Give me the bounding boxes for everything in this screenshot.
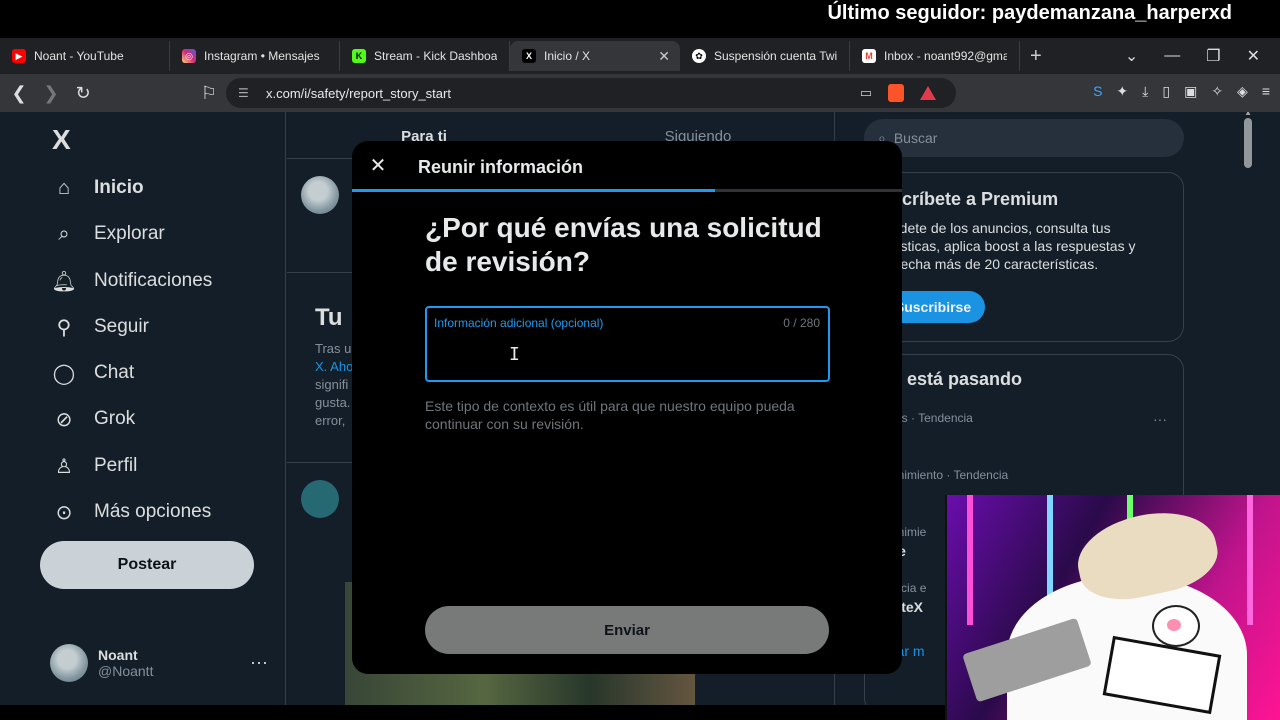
close-icon[interactable]: ✕ bbox=[366, 153, 390, 177]
gmail-icon: M bbox=[862, 49, 876, 63]
character-counter: 0 / 280 bbox=[783, 316, 820, 330]
paw-pad bbox=[1167, 619, 1181, 631]
browser-tab-active[interactable]: X Inicio / X ✕ bbox=[510, 41, 680, 71]
submit-button[interactable]: Enviar bbox=[425, 606, 829, 654]
brave-rewards-icon[interactable] bbox=[920, 86, 936, 100]
neon-light bbox=[967, 495, 973, 625]
bookmark-icon[interactable]: ⚐ bbox=[196, 83, 222, 104]
additional-info-input[interactable] bbox=[434, 336, 819, 374]
wallet-icon[interactable]: ▣ bbox=[1184, 83, 1197, 100]
tab-label: Inbox - noant992@gmail bbox=[884, 49, 1007, 63]
browser-toolbar: ❮ ❯ ↻ ⚐ ☰ x.com/i/safety/report_story_st… bbox=[0, 74, 1280, 112]
brave-shields-icon[interactable] bbox=[888, 84, 904, 102]
close-window-icon[interactable]: ✕ bbox=[1247, 46, 1260, 66]
progress-track bbox=[352, 189, 902, 192]
tab-label: Instagram • Mensajes bbox=[204, 49, 320, 63]
review-request-dialog: ✕ Reunir información ¿Por qué envías una… bbox=[352, 141, 902, 674]
browser-tab[interactable]: K Stream - Kick Dashboard bbox=[340, 41, 510, 71]
dialog-title: Reunir información bbox=[418, 157, 584, 177]
x-icon: X bbox=[522, 49, 536, 63]
restore-icon[interactable]: ❐ bbox=[1206, 46, 1220, 66]
field-label: Información adicional (opcional) bbox=[434, 316, 604, 330]
vpn-icon[interactable]: ◈ bbox=[1237, 83, 1248, 100]
address-text: x.com/i/safety/report_story_start bbox=[266, 85, 451, 101]
last-follower-text: Último seguidor: paydemanzana_harperxd bbox=[827, 2, 1232, 24]
reload-icon[interactable]: ↻ bbox=[70, 83, 96, 104]
cast-icon[interactable]: ▭ bbox=[860, 85, 872, 101]
browser-tabstrip: ▶ Noant - YouTube ◎ Instagram • Mensajes… bbox=[0, 38, 1280, 74]
browser-tab[interactable]: ▶ Noant - YouTube bbox=[0, 41, 170, 71]
tab-label: Noant - YouTube bbox=[34, 49, 124, 63]
close-tab-icon[interactable]: ✕ bbox=[658, 48, 670, 65]
browser-tab[interactable]: M Inbox - noant992@gmail bbox=[850, 41, 1020, 71]
minimize-icon[interactable]: — bbox=[1164, 47, 1180, 65]
dialog-question: ¿Por qué envías una solicitud de revisió… bbox=[425, 212, 822, 277]
tab-label: Suspensión cuenta Twitter bbox=[714, 49, 837, 63]
extension-s-icon[interactable]: S bbox=[1093, 83, 1102, 100]
text-cursor-icon: I bbox=[509, 344, 520, 365]
tab-search-icon[interactable]: ⌄ bbox=[1125, 46, 1138, 66]
puzzle-icon[interactable]: ✦ bbox=[1116, 83, 1128, 100]
additional-info-field[interactable]: Información adicional (opcional) 0 / 280… bbox=[425, 306, 830, 382]
leo-icon[interactable]: ✧ bbox=[1211, 83, 1223, 100]
youtube-icon: ▶ bbox=[12, 49, 26, 63]
menu-icon[interactable]: ≡ bbox=[1262, 83, 1270, 100]
progress-fill bbox=[352, 189, 715, 192]
download-icon[interactable]: ⤓ bbox=[1142, 83, 1148, 100]
address-bar[interactable]: ☰ x.com/i/safety/report_story_start ▭ bbox=[226, 78, 956, 108]
chatgpt-icon: ✿ bbox=[692, 49, 706, 63]
tab-label: Stream - Kick Dashboard bbox=[374, 49, 497, 63]
neon-light bbox=[1247, 495, 1253, 625]
dialog-header: ✕ Reunir información bbox=[352, 141, 902, 191]
kick-icon: K bbox=[352, 49, 366, 63]
instagram-icon: ◎ bbox=[182, 49, 196, 63]
new-tab-icon[interactable]: + bbox=[1030, 45, 1042, 68]
window-controls: ⌄ — ❐ ✕ bbox=[1125, 38, 1280, 74]
tab-label: Inicio / X bbox=[544, 49, 591, 63]
extensions-area: S ✦ ⤓ ▯ ▣ ✧ ◈ ≡ bbox=[1093, 83, 1270, 100]
helper-text: Este tipo de contexto es útil para que n… bbox=[425, 398, 795, 432]
stream-overlay-bar: Último seguidor: paydemanzana_harperxd bbox=[0, 0, 1280, 38]
site-settings-icon[interactable]: ☰ bbox=[238, 86, 254, 100]
browser-tab[interactable]: ✿ Suspensión cuenta Twitter bbox=[680, 41, 850, 71]
streamer-webcam-overlay bbox=[945, 495, 1280, 720]
back-icon[interactable]: ❮ bbox=[6, 83, 32, 104]
forward-icon[interactable]: ❯ bbox=[38, 83, 64, 104]
browser-tab[interactable]: ◎ Instagram • Mensajes bbox=[170, 41, 340, 71]
sidebar-icon[interactable]: ▯ bbox=[1162, 83, 1170, 100]
